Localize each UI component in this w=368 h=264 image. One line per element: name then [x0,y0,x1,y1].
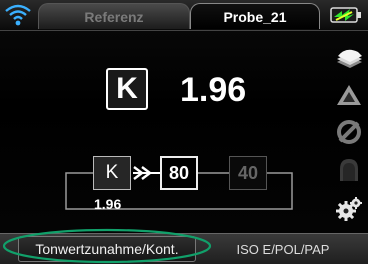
double-arrow-icon [133,166,160,180]
process-subvalue: 1.96 [94,196,122,212]
process-node-40-label: 40 [237,162,259,183]
tone-value-increase-label: Tonwertzunahme/Kont. [35,241,179,257]
process-node-k[interactable]: K [93,156,131,190]
standard-selector-label: ISO E/POL/PAP [236,241,330,257]
device-screen: Referenz Probe_21 K 1.96 K 80 40 1.96 To… [0,0,368,264]
tone-value-increase-button[interactable]: Tonwertzunahme/Kont. [18,236,196,262]
process-node-80[interactable]: 80 [160,156,198,190]
process-node-k-label: K [105,162,119,183]
process-flow-lines [65,166,293,210]
process-node-40[interactable]: 40 [229,156,267,190]
standard-selector-button[interactable]: ISO E/POL/PAP [200,236,366,262]
process-node-80-label: 80 [168,162,190,183]
